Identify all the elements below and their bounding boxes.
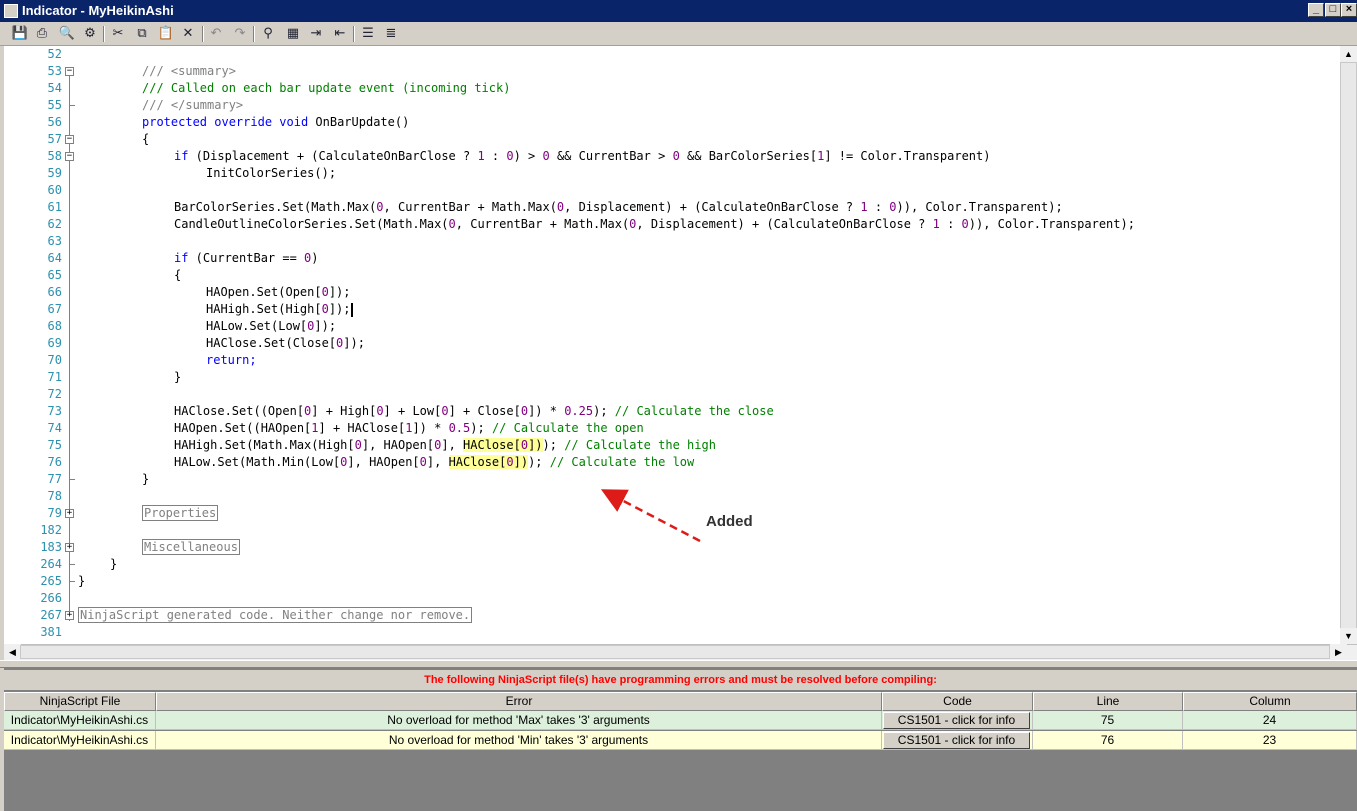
code-line: 381: [40, 625, 62, 639]
code-line: 56 protected override void OnBarUpdate(): [47, 115, 410, 129]
code-line: 73 HAClose.Set((Open[0] + High[0] + Low[0…: [47, 404, 774, 418]
redo-icon[interactable]: ↷: [231, 25, 249, 43]
code-line: 52: [47, 47, 62, 61]
uncomment-icon[interactable]: ≣: [382, 25, 400, 43]
replace-icon[interactable]: ▦: [284, 25, 302, 43]
code-line: 71}: [47, 370, 182, 384]
fold-collapse-icon[interactable]: −: [65, 67, 74, 76]
close-button[interactable]: ×: [1341, 3, 1357, 17]
code-line: 267 + NinjaScript generated code. Neither …: [40, 607, 473, 623]
code-line: 78: [47, 489, 62, 503]
outdent-icon[interactable]: ⇤: [331, 25, 349, 43]
minimize-button[interactable]: _: [1308, 3, 1324, 17]
delete-icon[interactable]: ✕: [179, 25, 197, 43]
code-line: 62 CandleOutlineColorSeries.Set(Math.Max(…: [47, 217, 1135, 231]
column-header-column[interactable]: Column: [1183, 692, 1357, 711]
code-line: 75 HAHigh.Set(Math.Max(High[0], HAOpen[0]…: [47, 438, 716, 452]
window-title: Indicator - MyHeikinAshi: [22, 3, 174, 18]
error-code-info-button[interactable]: CS1501 - click for info: [883, 732, 1030, 749]
cell-file: Indicator\MyHeikinAshi.cs: [4, 731, 156, 750]
fold-collapse-icon[interactable]: −: [65, 152, 74, 161]
fold-expand-icon[interactable]: +: [65, 509, 74, 518]
horizontal-scroll-thumb[interactable]: [20, 645, 1330, 659]
column-header-error[interactable]: Error: [156, 692, 882, 711]
code-line: 182: [40, 523, 62, 537]
code-line: 66 HAOpen.Set(Open[0]);: [47, 285, 351, 299]
code-line: 265}: [40, 574, 86, 588]
text-caret: [350, 302, 353, 317]
error-code-info-button[interactable]: CS1501 - click for info: [883, 712, 1030, 729]
code-line: 266: [40, 591, 62, 605]
collapsed-region-properties[interactable]: Properties: [142, 505, 219, 521]
toolbar: 💾 ⎙ 🔍 ⚙ ✂ ⧉ 📋 ✕ ↶ ↷ ⚲ ▦ ⇥ ⇤ ☰ ≣: [0, 22, 1357, 46]
find-icon[interactable]: ⚲: [259, 25, 277, 43]
column-header-line[interactable]: Line: [1033, 692, 1183, 711]
code-editor[interactable]: 52 53−/// <summary> 54/// Called on each…: [4, 46, 1340, 644]
indent-icon[interactable]: ⇥: [307, 25, 325, 43]
cell-code: CS1501 - click for info: [882, 711, 1033, 730]
code-line: 53−/// <summary>: [47, 64, 236, 78]
code-line: 63: [47, 234, 62, 248]
copy-icon[interactable]: ⧉: [133, 25, 151, 43]
added-code-highlight: HAClose[0]): [448, 455, 529, 469]
cell-line: 75: [1033, 711, 1183, 730]
code-line: 54/// Called on each bar update event (i…: [47, 81, 511, 95]
cell-file: Indicator\MyHeikinAshi.cs: [4, 711, 156, 730]
print-icon[interactable]: ⎙: [33, 25, 51, 43]
added-code-highlight: HAClose[0]): [463, 438, 543, 452]
cut-icon[interactable]: ✂: [109, 25, 127, 43]
code-line: 68 HALow.Set(Low[0]);: [47, 319, 337, 333]
cell-error: No overload for method 'Min' takes '3' a…: [156, 731, 882, 750]
vertical-scroll-thumb[interactable]: [1340, 62, 1357, 632]
code-line: 74 HAOpen.Set((HAOpen[1] + HAClose[1]) * …: [47, 421, 644, 435]
collapsed-region-generated-code[interactable]: NinjaScript generated code. Neither chan…: [78, 607, 473, 623]
scroll-down-arrow-icon[interactable]: ▼: [1340, 628, 1357, 644]
title-bar: Indicator - MyHeikinAshi _ □ ×: [0, 0, 1357, 22]
code-line: 72: [47, 387, 62, 401]
code-line: 57−{: [47, 132, 150, 146]
cell-error: No overload for method 'Max' takes '3' a…: [156, 711, 882, 730]
maximize-button[interactable]: □: [1325, 3, 1341, 17]
compile-icon[interactable]: ⚙: [81, 25, 99, 43]
save-icon[interactable]: 💾: [11, 25, 29, 43]
code-line: 58− if (Displacement + (CalculateOnBarClo…: [47, 149, 991, 163]
paste-icon[interactable]: 📋: [157, 25, 175, 43]
panel-splitter[interactable]: [0, 660, 1357, 668]
code-line: 61 BarColorSeries.Set(Math.Max(0, Current…: [47, 200, 1063, 214]
fold-expand-icon[interactable]: +: [65, 611, 74, 620]
code-line: 69 HAClose.Set(Close[0]);: [47, 336, 365, 350]
print-preview-icon[interactable]: 🔍: [58, 25, 76, 43]
code-line: 55/// </summary>: [47, 98, 244, 112]
code-line: 79 + Properties: [47, 505, 219, 521]
code-line: 264}: [40, 557, 118, 571]
code-line: 77}: [47, 472, 150, 486]
column-header-code[interactable]: Code: [882, 692, 1033, 711]
comment-icon[interactable]: ☰: [359, 25, 377, 43]
cell-code: CS1501 - click for info: [882, 731, 1033, 750]
annotation-label: Added: [706, 513, 753, 530]
collapsed-region-miscellaneous[interactable]: Miscellaneous: [142, 539, 240, 555]
code-line: 67 HAHigh.Set(High[0]);: [47, 302, 353, 317]
error-message: The following NinjaScript file(s) have p…: [4, 670, 1357, 690]
scroll-right-arrow-icon[interactable]: ▶: [1330, 644, 1347, 660]
undo-icon[interactable]: ↶: [207, 25, 225, 43]
column-header-file[interactable]: NinjaScript File: [4, 692, 156, 711]
app-icon: [4, 4, 18, 18]
fold-expand-icon[interactable]: +: [65, 543, 74, 552]
cell-column: 23: [1183, 731, 1357, 750]
scroll-up-arrow-icon[interactable]: ▲: [1340, 46, 1357, 62]
scroll-left-arrow-icon[interactable]: ◀: [4, 644, 21, 660]
cell-column: 24: [1183, 711, 1357, 730]
code-line: 183 + Miscellaneous: [40, 539, 240, 555]
cell-line: 76: [1033, 731, 1183, 750]
code-line: 70 return;: [47, 353, 257, 367]
code-line: 60: [47, 183, 62, 197]
code-line: 64 if (CurrentBar == 0): [47, 251, 319, 265]
code-line: 59 InitColorSeries();: [47, 166, 337, 180]
code-line: 65{: [47, 268, 182, 282]
fold-collapse-icon[interactable]: −: [65, 135, 74, 144]
code-line: 76 HALow.Set(Math.Min(Low[0], HAOpen[0], …: [47, 455, 695, 469]
